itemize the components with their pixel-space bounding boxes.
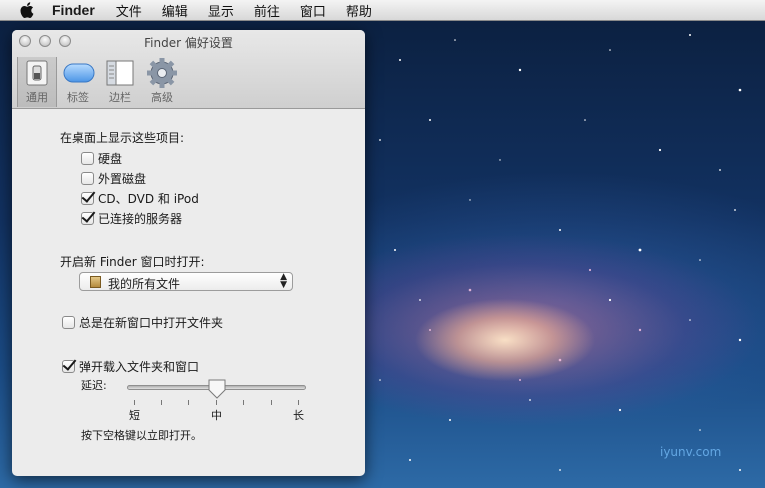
delay-slider-thumb[interactable] [208, 379, 226, 399]
slider-tick [188, 400, 189, 405]
delay-medium-label: 中 [211, 409, 222, 422]
label-external-disks: 外置磁盘 [98, 172, 147, 186]
general-switch-icon [21, 57, 53, 89]
gear-icon [146, 57, 178, 89]
sidebar-icon [104, 57, 136, 89]
delay-long-label: 长 [293, 409, 304, 422]
label-hard-disks: 硬盘 [98, 152, 123, 166]
tab-general-label: 通用 [26, 91, 48, 104]
window-title: Finder 偏好设置 [144, 36, 233, 50]
tab-tags[interactable]: 标签 [58, 57, 98, 105]
tab-advanced[interactable]: 高级 [142, 57, 182, 105]
new-window-popup[interactable]: 我的所有文件 ▲ ▼ [79, 272, 293, 291]
tab-tags-label: 标签 [67, 91, 89, 104]
finder-preferences-window: Finder 偏好设置 通用 标签 边栏 高级 在桌面上显示这些项目: 硬盘 外… [12, 30, 365, 476]
menu-app-name[interactable]: Finder [52, 2, 95, 18]
checkbox-cd-dvd-ipod[interactable] [81, 192, 94, 205]
apple-menu-icon[interactable] [20, 0, 38, 20]
menu-view[interactable]: 显示 [208, 1, 234, 20]
popup-arrows-icon: ▲ ▼ [280, 272, 287, 290]
tab-general[interactable]: 通用 [17, 57, 57, 107]
label-connected-servers: 已连接的服务器 [98, 212, 183, 226]
menu-file[interactable]: 文件 [116, 1, 142, 20]
slider-tick [243, 400, 244, 405]
label-always-new-window: 总是在新窗口中打开文件夹 [79, 316, 224, 330]
slider-tick [161, 400, 162, 405]
menu-bar: Finder 文件 编辑 显示 前往 窗口 帮助 [0, 0, 765, 21]
watermark: iyunv.com [660, 445, 722, 459]
spacebar-hint: 按下空格键以立即打开。 [81, 429, 202, 442]
new-window-heading: 开启新 Finder 窗口时打开: [60, 255, 205, 269]
checkbox-connected-servers[interactable] [81, 212, 94, 225]
new-window-popup-value: 我的所有文件 [108, 277, 181, 291]
menu-go[interactable]: 前往 [254, 1, 280, 20]
checkbox-always-new-window[interactable] [62, 316, 75, 329]
tab-sidebar-label: 边栏 [109, 91, 131, 104]
checkbox-spring-loaded[interactable] [62, 360, 75, 373]
tag-icon [62, 57, 95, 89]
slider-tick [298, 400, 299, 405]
label-spring-loaded: 弹开载入文件夹和窗口 [79, 360, 200, 374]
slider-tick [271, 400, 272, 405]
menu-window[interactable]: 窗口 [300, 1, 326, 20]
slider-tick [134, 400, 135, 405]
checkbox-hard-disks[interactable] [81, 152, 94, 165]
slider-tick [216, 400, 217, 405]
documents-icon [90, 276, 101, 288]
delay-label: 延迟: [81, 379, 107, 392]
checkbox-external-disks[interactable] [81, 172, 94, 185]
label-cd-dvd-ipod: CD、DVD 和 iPod [98, 192, 199, 206]
desktop-items-heading: 在桌面上显示这些项目: [60, 131, 185, 145]
delay-short-label: 短 [129, 409, 140, 422]
tab-sidebar[interactable]: 边栏 [100, 57, 140, 105]
menu-help[interactable]: 帮助 [346, 1, 372, 20]
tab-advanced-label: 高级 [151, 91, 173, 104]
general-pane: 在桌面上显示这些项目: 硬盘 外置磁盘 CD、DVD 和 iPod 已连接的服务… [12, 109, 365, 476]
window-titlebar: Finder 偏好设置 通用 标签 边栏 高级 [12, 30, 365, 109]
menu-edit[interactable]: 编辑 [162, 1, 188, 20]
